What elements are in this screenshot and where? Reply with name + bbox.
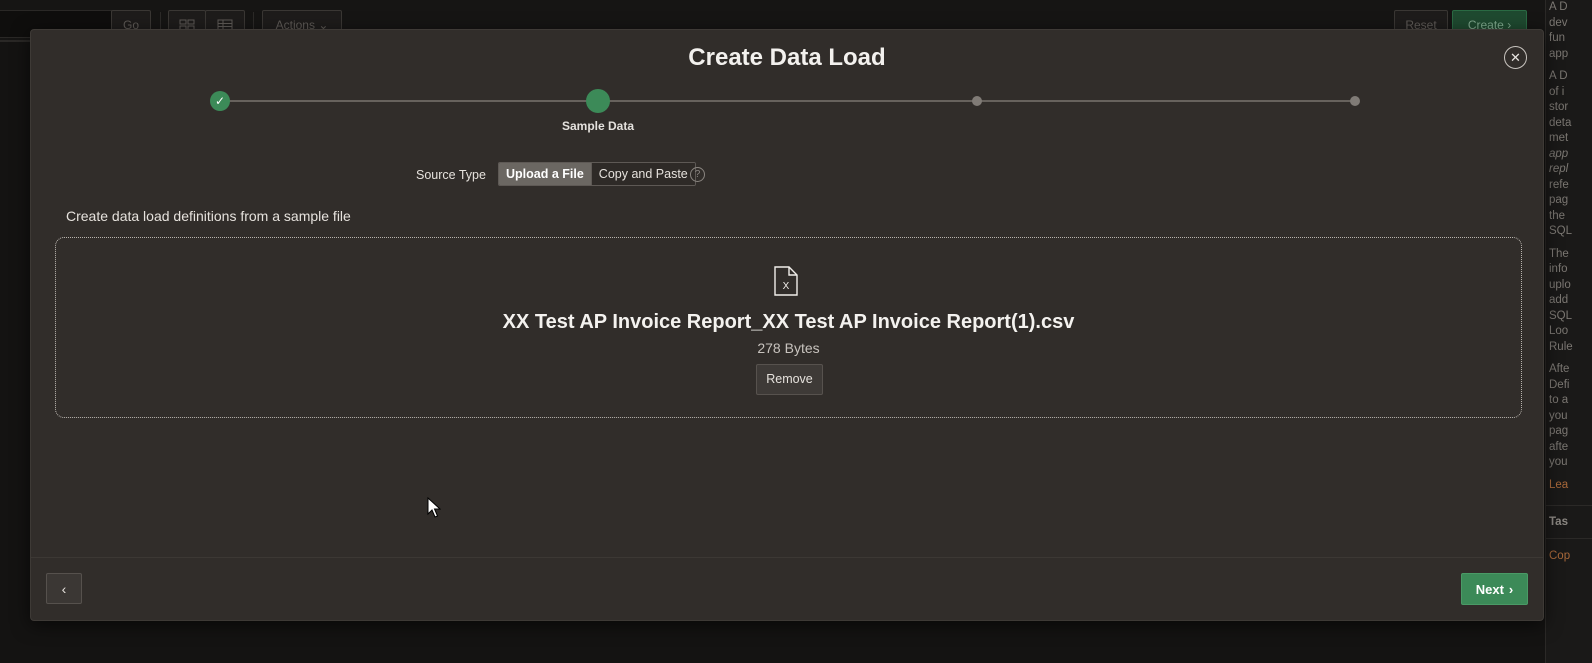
help-line: The: [1549, 247, 1569, 260]
help-tasks-title: Tas: [1549, 516, 1568, 528]
chevron-left-icon: ‹: [61, 580, 67, 597]
wizard-step-pending: [1350, 96, 1360, 106]
remove-file-button[interactable]: Remove: [756, 364, 823, 395]
file-name: XX Test AP Invoice Report_XX Test AP Inv…: [502, 311, 1075, 333]
wizard-step-current: [586, 89, 610, 113]
help-paragraph: The info uplo add SQL Loo Rule: [1546, 247, 1592, 356]
previous-button[interactable]: ‹: [46, 573, 82, 604]
source-type-upload-file[interactable]: Upload a File: [499, 163, 591, 185]
help-line: afte: [1549, 440, 1569, 453]
help-line: pag: [1549, 425, 1569, 437]
help-line: fun: [1549, 32, 1565, 44]
help-line: app: [1549, 147, 1569, 160]
help-icon[interactable]: ?: [690, 167, 705, 182]
next-button[interactable]: Next ›: [1461, 573, 1528, 605]
wizard-step-completed: ✓: [210, 91, 230, 111]
help-task-link: Cop: [1549, 550, 1571, 562]
help-line: add: [1549, 294, 1569, 306]
help-line: info: [1549, 263, 1568, 275]
file-drop-zone[interactable]: X XX Test AP Invoice Report_XX Test AP I…: [55, 237, 1522, 418]
help-line: the: [1549, 209, 1565, 222]
help-line: SQL: [1549, 225, 1573, 237]
help-line: Defi: [1549, 378, 1570, 391]
check-icon: ✓: [214, 94, 226, 108]
help-line: repl: [1549, 163, 1569, 175]
help-divider: [1546, 538, 1592, 539]
help-line: Rule: [1549, 340, 1573, 353]
help-line: A D: [1549, 70, 1568, 82]
chevron-right-icon: ›: [1508, 581, 1514, 597]
help-line: Afte: [1549, 363, 1570, 375]
file-icon-letter: X: [783, 281, 790, 292]
help-line: SQL: [1549, 309, 1573, 322]
close-button[interactable]: ✕: [1504, 46, 1527, 69]
help-line: app: [1549, 47, 1569, 60]
next-label: Next: [1475, 581, 1504, 597]
help-line: pag: [1549, 194, 1569, 206]
wizard-step-pending: [972, 96, 982, 106]
create-data-load-dialog: Create Data Load ✕ ✓ Sample Data Source …: [30, 29, 1544, 621]
help-line: A D: [1549, 1, 1568, 13]
instruction-text: Create data load definitions from a samp…: [66, 208, 351, 224]
help-paragraph: A D of i stor deta met app repl refe pag…: [1546, 69, 1592, 240]
help-line: Loo: [1549, 325, 1569, 337]
mouse-cursor-icon: [427, 497, 441, 518]
source-type-copy-paste[interactable]: Copy and Paste: [590, 163, 695, 185]
help-divider: [1546, 505, 1592, 506]
footer-divider: [31, 557, 1543, 558]
help-line: you: [1549, 409, 1568, 422]
help-line: you: [1549, 456, 1568, 468]
close-icon: ✕: [1510, 49, 1521, 65]
file-icon: X: [774, 266, 798, 296]
help-line: met: [1549, 132, 1569, 144]
help-learn-more-link: Lea: [1549, 478, 1569, 491]
wizard-progress-track: [220, 100, 1355, 102]
background-help-panel: A D dev fun app A D of i stor deta met a…: [1545, 0, 1592, 663]
file-size: 278 Bytes: [757, 340, 820, 356]
help-line: of i: [1549, 85, 1565, 98]
help-line: stor: [1549, 101, 1569, 113]
help-paragraph: A D dev fun app: [1546, 0, 1592, 62]
dialog-title: Create Data Load: [688, 44, 886, 71]
help-line: to a: [1549, 394, 1569, 406]
source-type-radio-group: Upload a File Copy and Paste: [498, 162, 696, 186]
help-paragraph: Afte Defi to a you pag afte you: [1546, 362, 1592, 471]
help-line: refe: [1549, 178, 1569, 191]
source-type-label: Source Type: [416, 168, 486, 182]
help-line: uplo: [1549, 278, 1571, 291]
help-line: dev: [1549, 16, 1568, 29]
wizard-step-label: Sample Data: [561, 119, 635, 133]
help-line: deta: [1549, 116, 1572, 129]
